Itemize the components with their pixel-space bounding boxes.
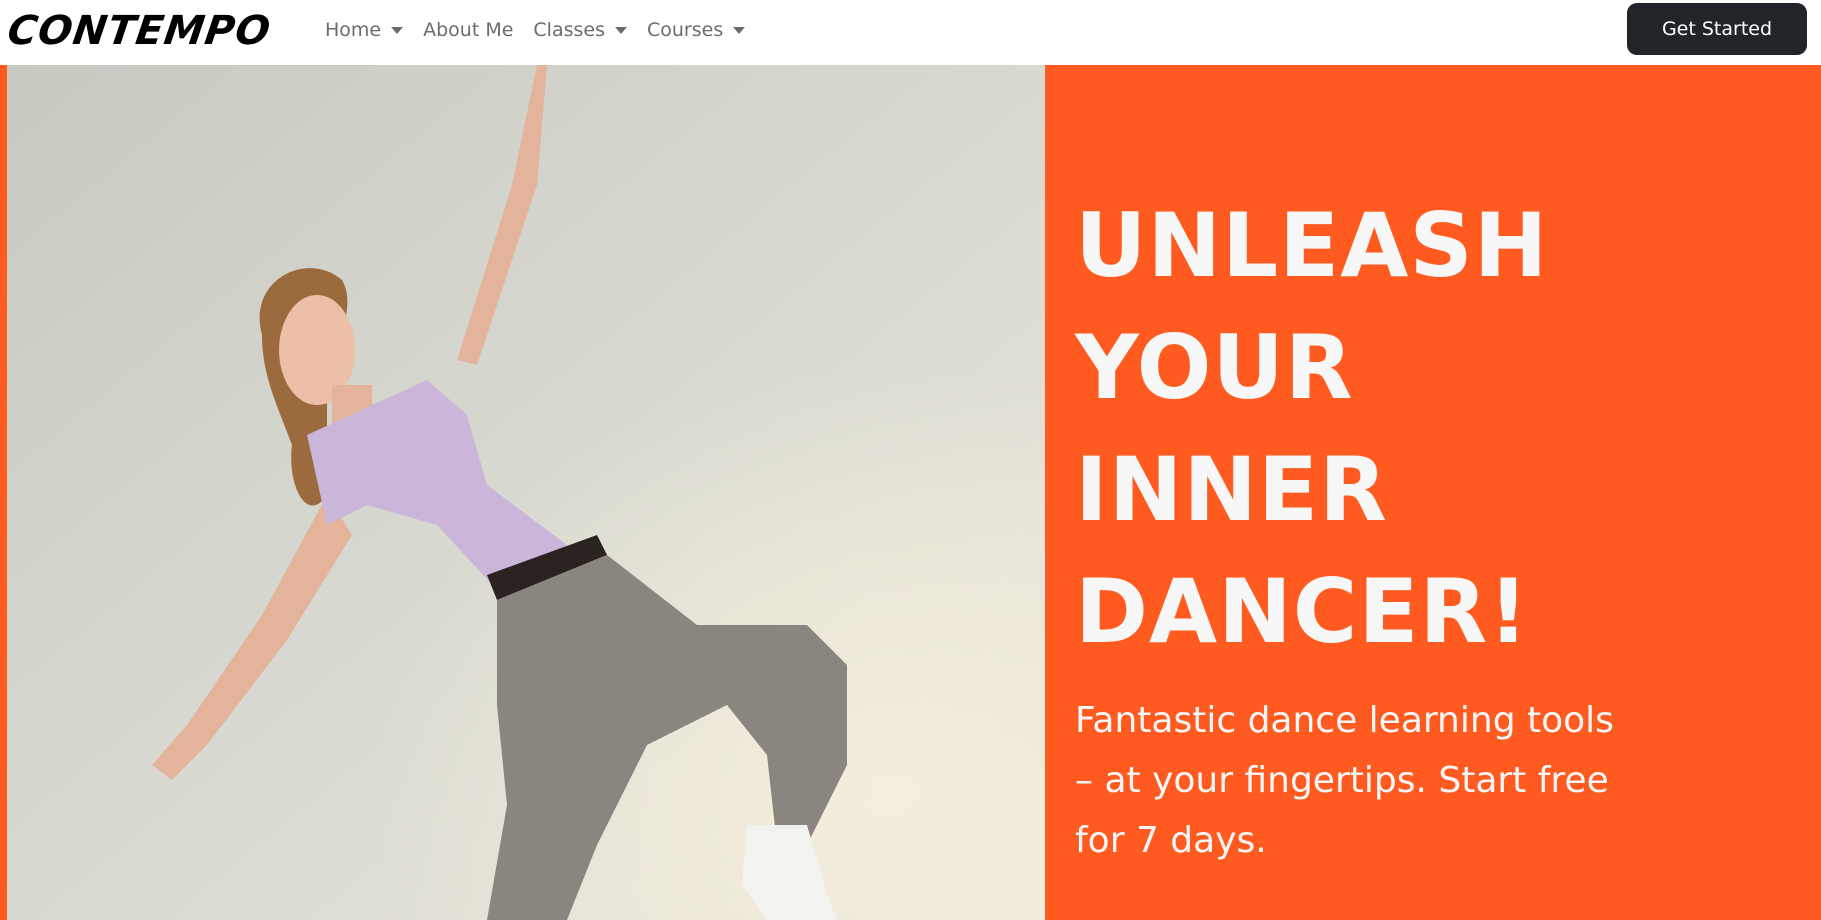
dancer-photo [7,65,1045,920]
hero-section: UNLEASH YOUR INNER DANCER! Fantastic dan… [0,65,1821,920]
headline-line: UNLEASH [1075,194,1549,297]
headline-line: YOUR [1075,316,1354,419]
headline-line: DANCER! [1075,560,1530,663]
chevron-down-icon [391,26,404,34]
chevron-down-icon [733,26,746,34]
get-started-button[interactable]: Get Started [1627,3,1807,55]
hero-text-block: UNLEASH YOUR INNER DANCER! Fantastic dan… [1075,185,1795,871]
nav-item-about-me[interactable]: About Me [423,19,513,41]
main-nav: Home About Me Classes Courses [325,0,765,60]
nav-item-classes[interactable]: Classes [533,19,627,41]
navbar: CONTEMPO Home About Me Classes Courses G… [0,0,1821,65]
nav-item-home[interactable]: Home [325,19,404,41]
nav-item-label: Home [325,19,382,41]
hero-subtext: Fantastic dance learning tools – at your… [1075,700,1614,861]
brand-logo[interactable]: CONTEMPO [5,8,274,54]
headline-line: INNER [1075,438,1388,541]
hero-headline: UNLEASH YOUR INNER DANCER! [1075,185,1795,673]
nav-item-courses[interactable]: Courses [646,19,746,41]
chevron-down-icon [614,26,627,34]
nav-item-label: Courses [646,19,724,41]
nav-item-label: About Me [423,19,514,41]
nav-item-label: Classes [533,19,605,41]
